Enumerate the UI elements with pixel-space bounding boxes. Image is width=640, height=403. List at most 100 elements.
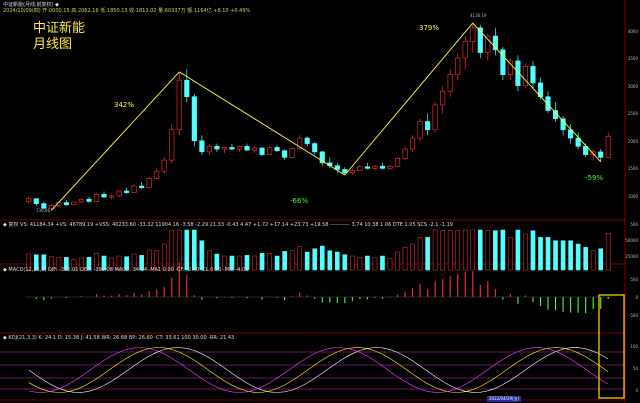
volume-bar	[387, 258, 393, 271]
volume-bar	[192, 229, 197, 271]
price-tick-label: 4000	[627, 28, 638, 34]
volume-bar	[304, 251, 310, 271]
candle-body	[116, 190, 122, 197]
candle-body	[63, 202, 69, 206]
volume-bar	[350, 255, 355, 271]
candle-body	[244, 146, 250, 151]
candle-body	[605, 136, 611, 158]
volume-bar	[297, 246, 303, 271]
kdj-tick-label: 100	[630, 344, 638, 349]
kdj-line	[28, 347, 609, 393]
price-candles[interactable]	[26, 23, 611, 211]
volume-bar	[259, 253, 265, 271]
chart-title-line2: 月线图	[33, 37, 73, 52]
volume-bar	[493, 230, 498, 271]
candle-body	[93, 193, 100, 202]
price-tick-label: 1500	[627, 166, 638, 172]
volume-bar	[462, 229, 468, 271]
price-tick-label: 1000	[627, 193, 638, 199]
volume-bar	[184, 229, 190, 271]
candle-body	[507, 60, 513, 75]
drop-label-1: -66%	[290, 197, 309, 205]
trend-line	[51, 71, 180, 211]
candle-body	[154, 170, 160, 179]
candle-body	[447, 74, 453, 92]
candle-body	[522, 66, 529, 86]
kdj-line	[28, 347, 609, 393]
chart-canvas[interactable]	[0, 0, 640, 403]
candle-body	[289, 148, 295, 158]
kdj-tick-label: 50	[632, 366, 638, 371]
kdj-info: ◆ KDJ(21,3,3) K: 24.1 D: 15.38 J: 41.58 …	[3, 335, 235, 341]
candle-body	[417, 121, 423, 139]
candle-body	[387, 165, 393, 169]
volume-bar	[319, 245, 325, 271]
volume-bar	[455, 230, 461, 271]
candle-body	[169, 129, 175, 161]
volume-bar	[312, 248, 318, 271]
macd-info: ◆ MACD(12,26,9) DIF: -382.01 DEA: -399.0…	[3, 267, 249, 273]
volume-bar	[289, 250, 295, 271]
volume-bar	[470, 229, 476, 271]
volume-bar	[523, 233, 528, 271]
candle-body	[402, 148, 408, 159]
candle-body	[432, 104, 438, 131]
candle-body	[131, 185, 137, 193]
candle-body	[274, 147, 280, 152]
volume-bar	[575, 243, 581, 271]
kdj-lines	[28, 347, 609, 393]
volume-bar	[500, 229, 506, 271]
candle-body	[455, 57, 461, 75]
volume-info: ◆ 复权 VS: 41184.34 +VS: 46789.19 +VSS: 40…	[3, 222, 453, 228]
volume-bar	[417, 237, 423, 271]
price-tick-label: 3500	[627, 56, 638, 62]
volume-bar	[485, 230, 491, 271]
volume-bar	[380, 255, 385, 271]
candle-body	[342, 169, 348, 174]
volume-bar	[432, 229, 438, 271]
candle-body	[357, 166, 363, 171]
candle-body	[199, 140, 205, 153]
candle-body	[184, 79, 190, 98]
candle-body	[485, 35, 491, 53]
price-tick-label: 500	[630, 221, 638, 227]
volume-bar	[274, 255, 280, 271]
candle-body	[598, 151, 604, 158]
candle-body	[101, 193, 107, 198]
price-tick-label: 2000	[627, 138, 638, 144]
trend-lines	[51, 22, 602, 211]
candle-body	[425, 121, 431, 131]
volume-bar	[515, 229, 521, 271]
candle-body	[33, 198, 39, 204]
candle-body	[349, 170, 355, 174]
volume-bar	[530, 230, 536, 271]
candle-body	[379, 165, 386, 169]
gain-label-2: 379%	[419, 24, 440, 32]
candle-body	[176, 79, 182, 131]
candle-body	[364, 166, 370, 169]
candle-body	[191, 96, 197, 142]
trend-line	[344, 22, 474, 176]
candle-body	[206, 146, 212, 153]
volume-bar	[553, 240, 558, 271]
kdj-tick-label: 0	[635, 388, 638, 393]
volume-bar	[560, 240, 566, 271]
candle-body	[229, 147, 235, 150]
highlight-box	[598, 294, 625, 399]
candle-body	[372, 165, 378, 169]
candle-body	[161, 159, 167, 172]
volume-bar	[282, 251, 287, 271]
volume-bar	[447, 230, 453, 271]
volume-bar	[252, 255, 257, 271]
candle-body	[236, 146, 243, 150]
candle-body	[221, 147, 227, 150]
candle-body	[267, 147, 273, 155]
candle-body	[214, 146, 220, 150]
volume-bar	[395, 251, 400, 271]
volume-bar	[342, 254, 348, 271]
candle-body	[71, 201, 77, 206]
macd-tick-label: 500	[630, 277, 638, 282]
volume-bar	[545, 237, 551, 271]
kdj-line	[28, 347, 609, 393]
volume-bar	[425, 237, 430, 271]
